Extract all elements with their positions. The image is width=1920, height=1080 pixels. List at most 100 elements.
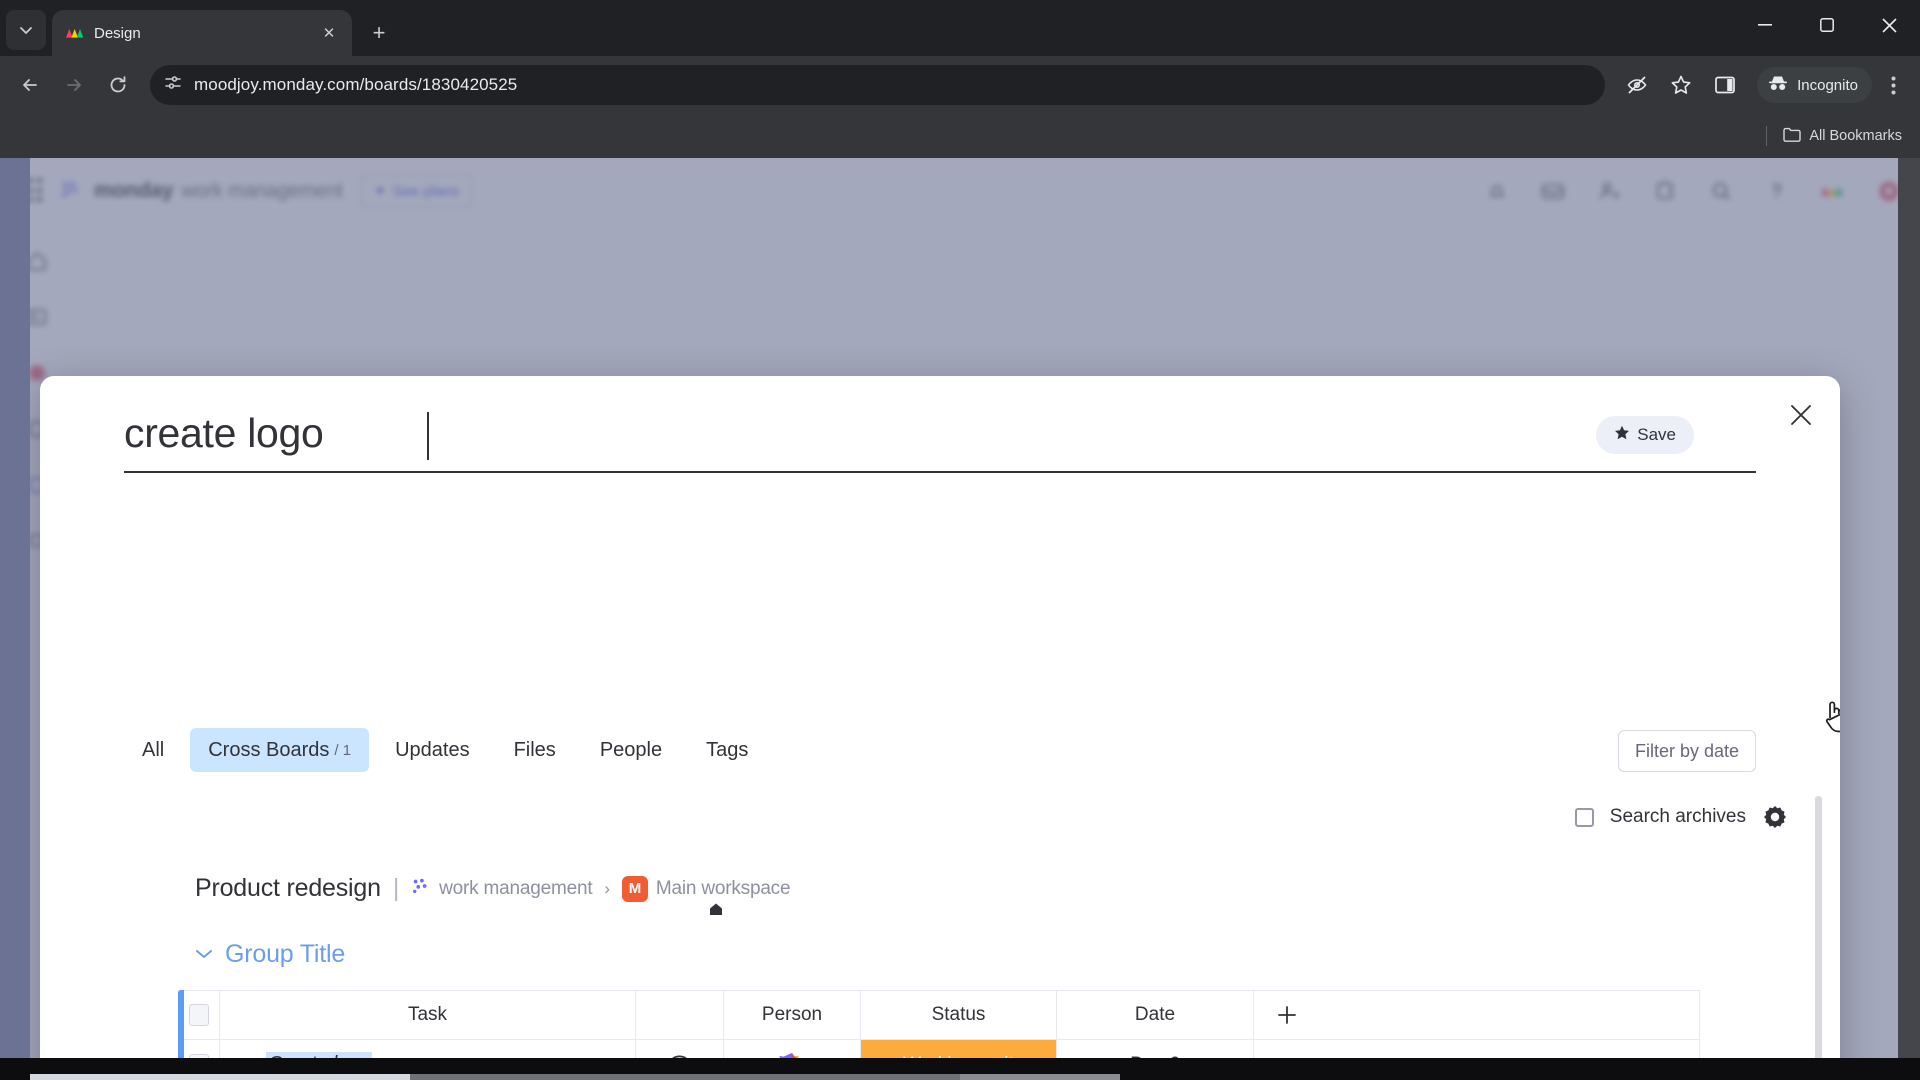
column-header-person[interactable]: Person: [724, 990, 861, 1040]
bookmarks-bar: All Bookmarks: [0, 114, 1920, 158]
select-all-checkbox[interactable]: [189, 1004, 209, 1026]
tab-count: / 1: [334, 741, 352, 759]
workspace-label[interactable]: Main workspace: [656, 878, 791, 900]
close-icon[interactable]: ✕: [318, 22, 340, 44]
group-title[interactable]: Group Title: [225, 940, 345, 969]
pointer-hand-icon: [1821, 698, 1840, 734]
add-comment-icon[interactable]: [636, 1040, 724, 1058]
incognito-indicator[interactable]: Incognito: [1757, 67, 1872, 103]
table-header-row: Task Person Status Date: [178, 990, 1718, 1040]
window-left-edge: [0, 158, 30, 1058]
maximize-icon[interactable]: [1796, 0, 1858, 50]
kebab-menu-icon[interactable]: [1876, 65, 1910, 105]
search-archives-checkbox[interactable]: [1574, 807, 1594, 827]
result-board-header: Product redesign | work management › M M…: [195, 874, 791, 903]
search-archives-row: Search archives: [1574, 804, 1788, 830]
add-column-button[interactable]: [1254, 990, 1700, 1040]
tab-label: Cross Boards: [208, 738, 330, 761]
board-name[interactable]: Product redesign: [195, 874, 381, 903]
reload-icon[interactable]: [98, 65, 138, 105]
chevron-right-icon: ›: [604, 878, 610, 898]
tab-label: Updates: [395, 738, 470, 761]
tab-tags[interactable]: Tags: [688, 728, 766, 772]
star-filled-icon: [1614, 425, 1630, 446]
taskbar-segment: [30, 1074, 410, 1080]
tab-search-button[interactable]: [6, 10, 46, 50]
search-everything-modal: Save All Cross Boards / 1 Updates: [40, 376, 1840, 1058]
chevron-down-icon[interactable]: [195, 944, 213, 965]
window-right-edge: [1898, 158, 1920, 1058]
tab-updates[interactable]: Updates: [377, 728, 488, 772]
forward-arrow-icon: [54, 65, 94, 105]
status-badge: Working on it: [861, 1040, 1056, 1058]
tab-label: Tags: [706, 738, 749, 761]
browser-tab[interactable]: Design ✕: [52, 10, 352, 56]
tab-cross-boards[interactable]: Cross Boards / 1: [190, 728, 370, 772]
filter-by-date-label: Filter by date: [1634, 740, 1739, 761]
result-tabs: All Cross Boards / 1 Updates Files Peopl…: [124, 728, 766, 772]
browser-tabstrip: Design ✕ +: [0, 0, 1920, 56]
star-outline-icon[interactable]: [1661, 65, 1701, 105]
window-controls: [1734, 0, 1920, 50]
row-select-cell[interactable]: [178, 1040, 220, 1058]
address-bar[interactable]: moodjoy.monday.com/boards/1830420525: [150, 65, 1606, 105]
breadcrumb: work management › M Main workspace: [411, 875, 791, 902]
product-label[interactable]: work management: [439, 878, 592, 900]
eye-slash-icon[interactable]: [1617, 65, 1657, 105]
incognito-hat-icon: [1767, 74, 1789, 96]
column-header-status[interactable]: Status: [861, 990, 1057, 1040]
browser-window: Design ✕ + moodjoy.monday.com/boards/183…: [0, 0, 1920, 1080]
close-icon[interactable]: [1858, 0, 1920, 50]
column-header-date[interactable]: Date: [1057, 990, 1254, 1040]
minimize-icon[interactable]: [1734, 0, 1796, 50]
toolbar-actions: Incognito: [1617, 65, 1910, 105]
person-cell[interactable]: [724, 1040, 861, 1058]
results-table: Task Person Status Date Create logo: [178, 990, 1718, 1058]
web-page: monday work management ✦ See plans: [0, 158, 1920, 1058]
tab-title: Design: [94, 24, 141, 42]
all-bookmarks-button[interactable]: All Bookmarks: [1783, 127, 1902, 146]
tab-label: Files: [513, 738, 556, 761]
filter-by-date-button[interactable]: Filter by date: [1617, 730, 1756, 772]
monday-dots-icon: [411, 877, 431, 901]
search-input[interactable]: [124, 410, 1756, 471]
group-header: Group Title: [195, 940, 345, 969]
status-cell[interactable]: Working on it: [861, 1040, 1057, 1058]
divider: [1766, 126, 1768, 146]
tab-people[interactable]: People: [582, 728, 680, 772]
page-settings-icon[interactable]: [164, 74, 182, 97]
all-bookmarks-label: All Bookmarks: [1809, 128, 1902, 144]
taskbar-segment: [410, 1074, 960, 1080]
save-button[interactable]: Save: [1596, 416, 1694, 454]
task-cell[interactable]: Create logo: [220, 1040, 636, 1058]
close-icon[interactable]: [1784, 398, 1818, 432]
browser-toolbar: moodjoy.monday.com/boards/1830420525 Inc…: [0, 56, 1920, 114]
search-row: Save: [124, 410, 1840, 733]
column-header-task[interactable]: Task: [220, 990, 636, 1040]
column-header-chat: [636, 990, 724, 1040]
folder-icon: [1783, 127, 1802, 146]
new-tab-button[interactable]: +: [362, 16, 396, 50]
tab-files[interactable]: Files: [496, 728, 574, 772]
separator: |: [392, 874, 400, 902]
tab-label: All: [142, 738, 165, 761]
date-cell[interactable]: Dec 6: [1057, 1040, 1254, 1058]
window-bottom-strip: [0, 1058, 1920, 1080]
tab-all[interactable]: All: [124, 728, 182, 772]
results-scrollbar[interactable]: [1815, 796, 1822, 1058]
monday-logo-icon: [64, 23, 84, 43]
gear-icon[interactable]: [1762, 804, 1788, 830]
search-underline: [124, 471, 1756, 473]
side-panel-icon[interactable]: [1705, 65, 1745, 105]
empty-cell: [1254, 1040, 1700, 1058]
select-all-cell[interactable]: [178, 990, 220, 1040]
taskbar-segment: [960, 1074, 1120, 1080]
address-bar-url: moodjoy.monday.com/boards/1830420525: [194, 75, 518, 94]
text-caret: [427, 412, 429, 460]
table-row[interactable]: Create logo: [178, 1040, 1718, 1058]
save-label: Save: [1637, 425, 1676, 444]
group-color-accent: [178, 990, 184, 1058]
home-icon: [708, 901, 724, 922]
back-arrow-icon[interactable]: [10, 65, 50, 105]
workspace-badge: M: [621, 875, 648, 902]
